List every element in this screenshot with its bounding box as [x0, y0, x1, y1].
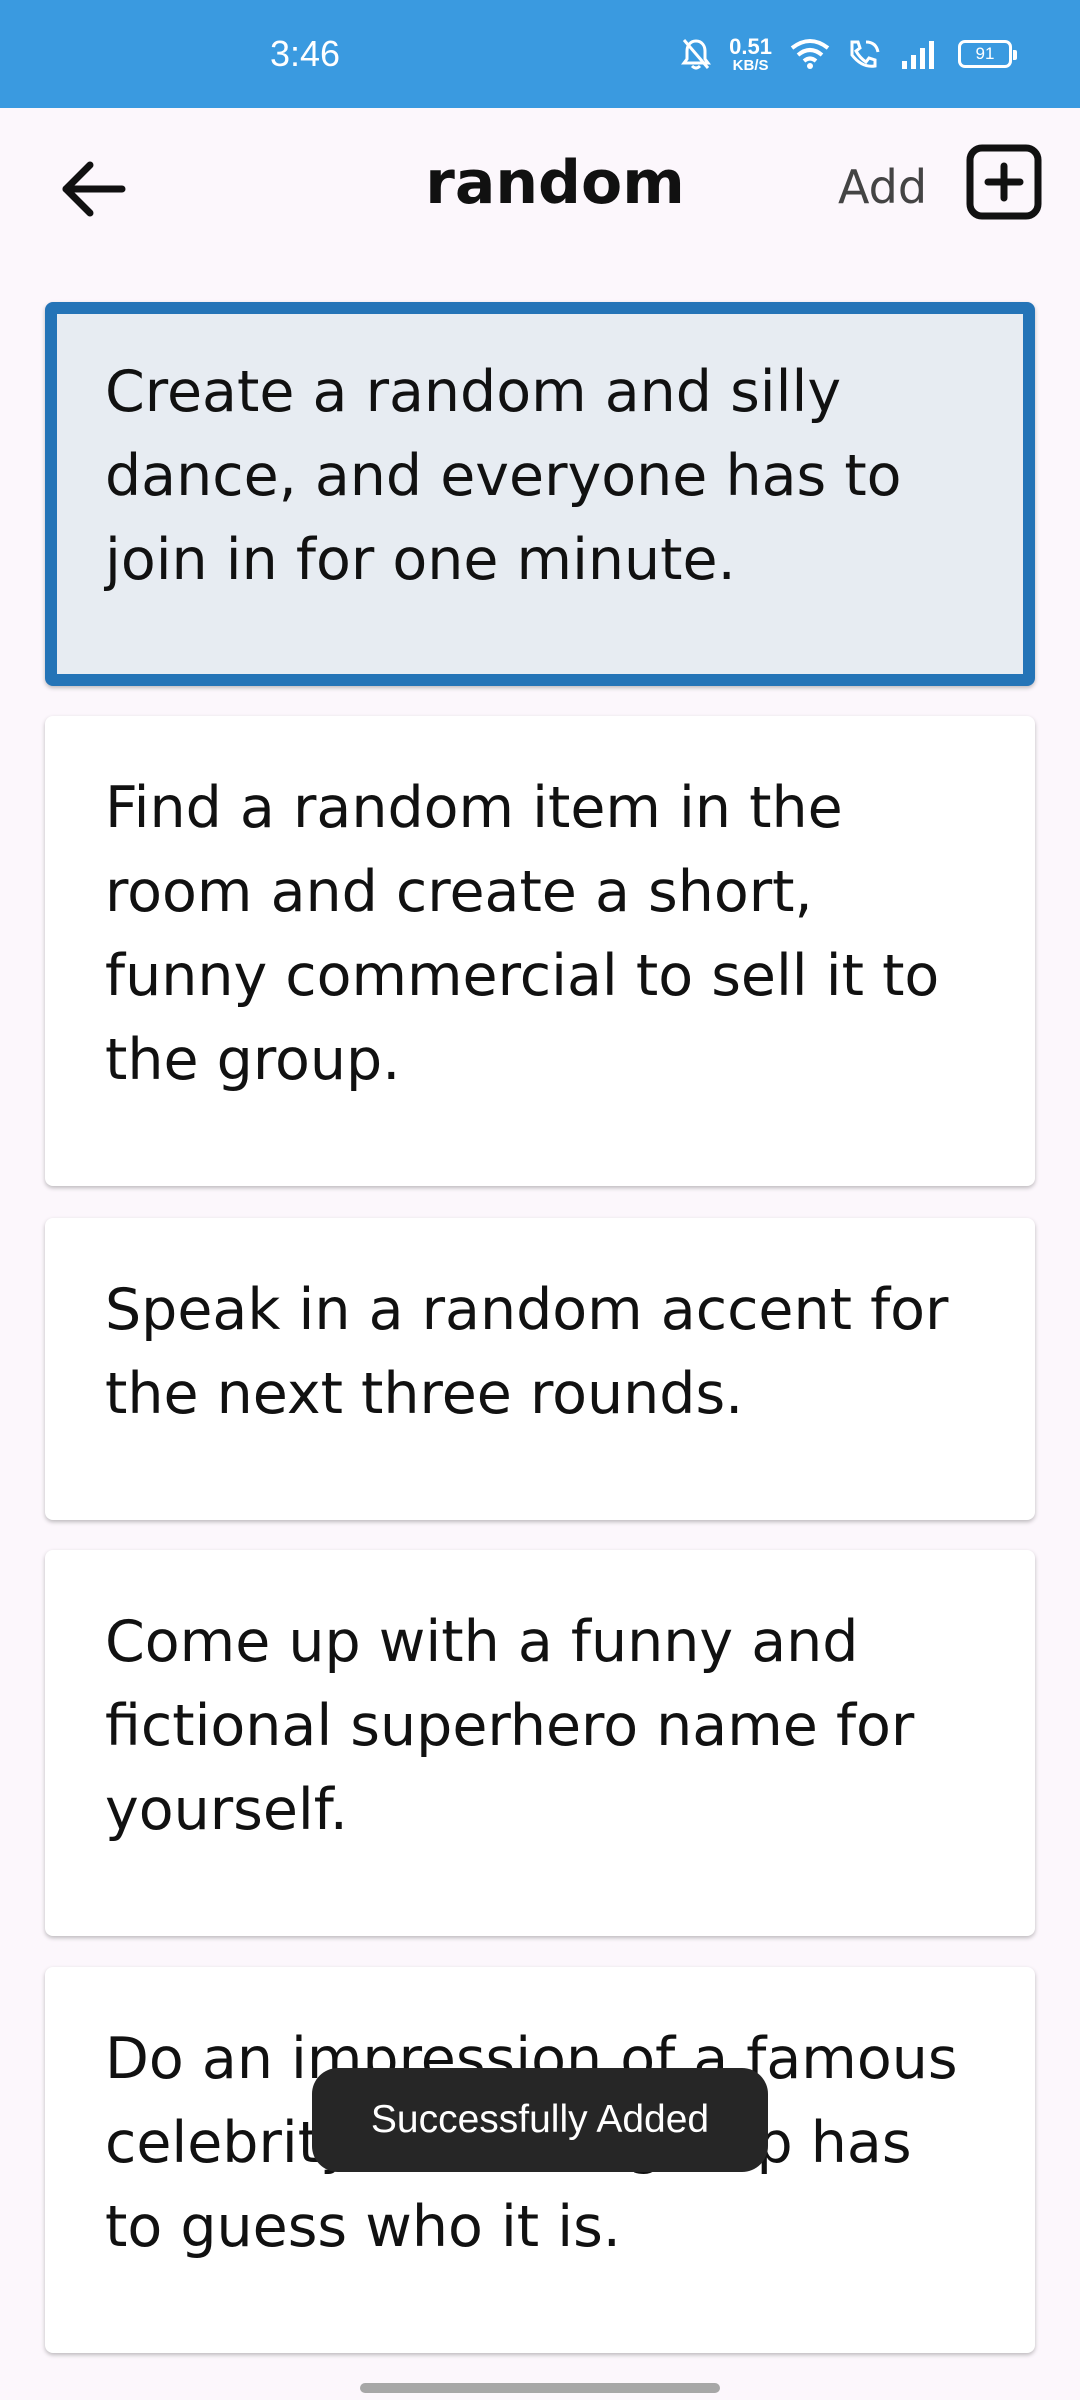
add-button[interactable]	[964, 144, 1044, 224]
card-item[interactable]: Find a random item in the room and creat…	[45, 716, 1035, 1186]
card-item[interactable]: Speak in a random accent for the next th…	[45, 1218, 1035, 1520]
plus-square-icon	[966, 144, 1042, 224]
card-text: Find a random item in the room and creat…	[105, 775, 940, 1093]
network-speed: 0.51 KB/S	[729, 33, 772, 74]
home-indicator[interactable]	[360, 2383, 720, 2393]
wifi-calling-icon	[848, 38, 882, 70]
signal-icon	[900, 39, 940, 69]
app-bar: random Add	[0, 108, 1080, 276]
status-bar: 3:46 0.51 KB/S 91	[0, 0, 1080, 108]
battery-icon: 91	[958, 40, 1017, 68]
bell-off-icon	[681, 37, 712, 71]
card-item[interactable]: Come up with a funny and fictional super…	[45, 1550, 1035, 1936]
status-icons: 0.51 KB/S 91	[681, 0, 1017, 108]
card-item[interactable]: Create a random and silly dance, and eve…	[45, 302, 1035, 686]
card-text: Speak in a random accent for the next th…	[105, 1277, 949, 1427]
card-text: Create a random and silly dance, and eve…	[105, 359, 902, 593]
toast-message: Successfully Added	[312, 2068, 768, 2172]
wifi-icon	[790, 38, 830, 70]
card-text: Come up with a funny and fictional super…	[105, 1609, 915, 1843]
status-time: 3:46	[270, 33, 341, 74]
add-label[interactable]: Add	[838, 160, 927, 214]
